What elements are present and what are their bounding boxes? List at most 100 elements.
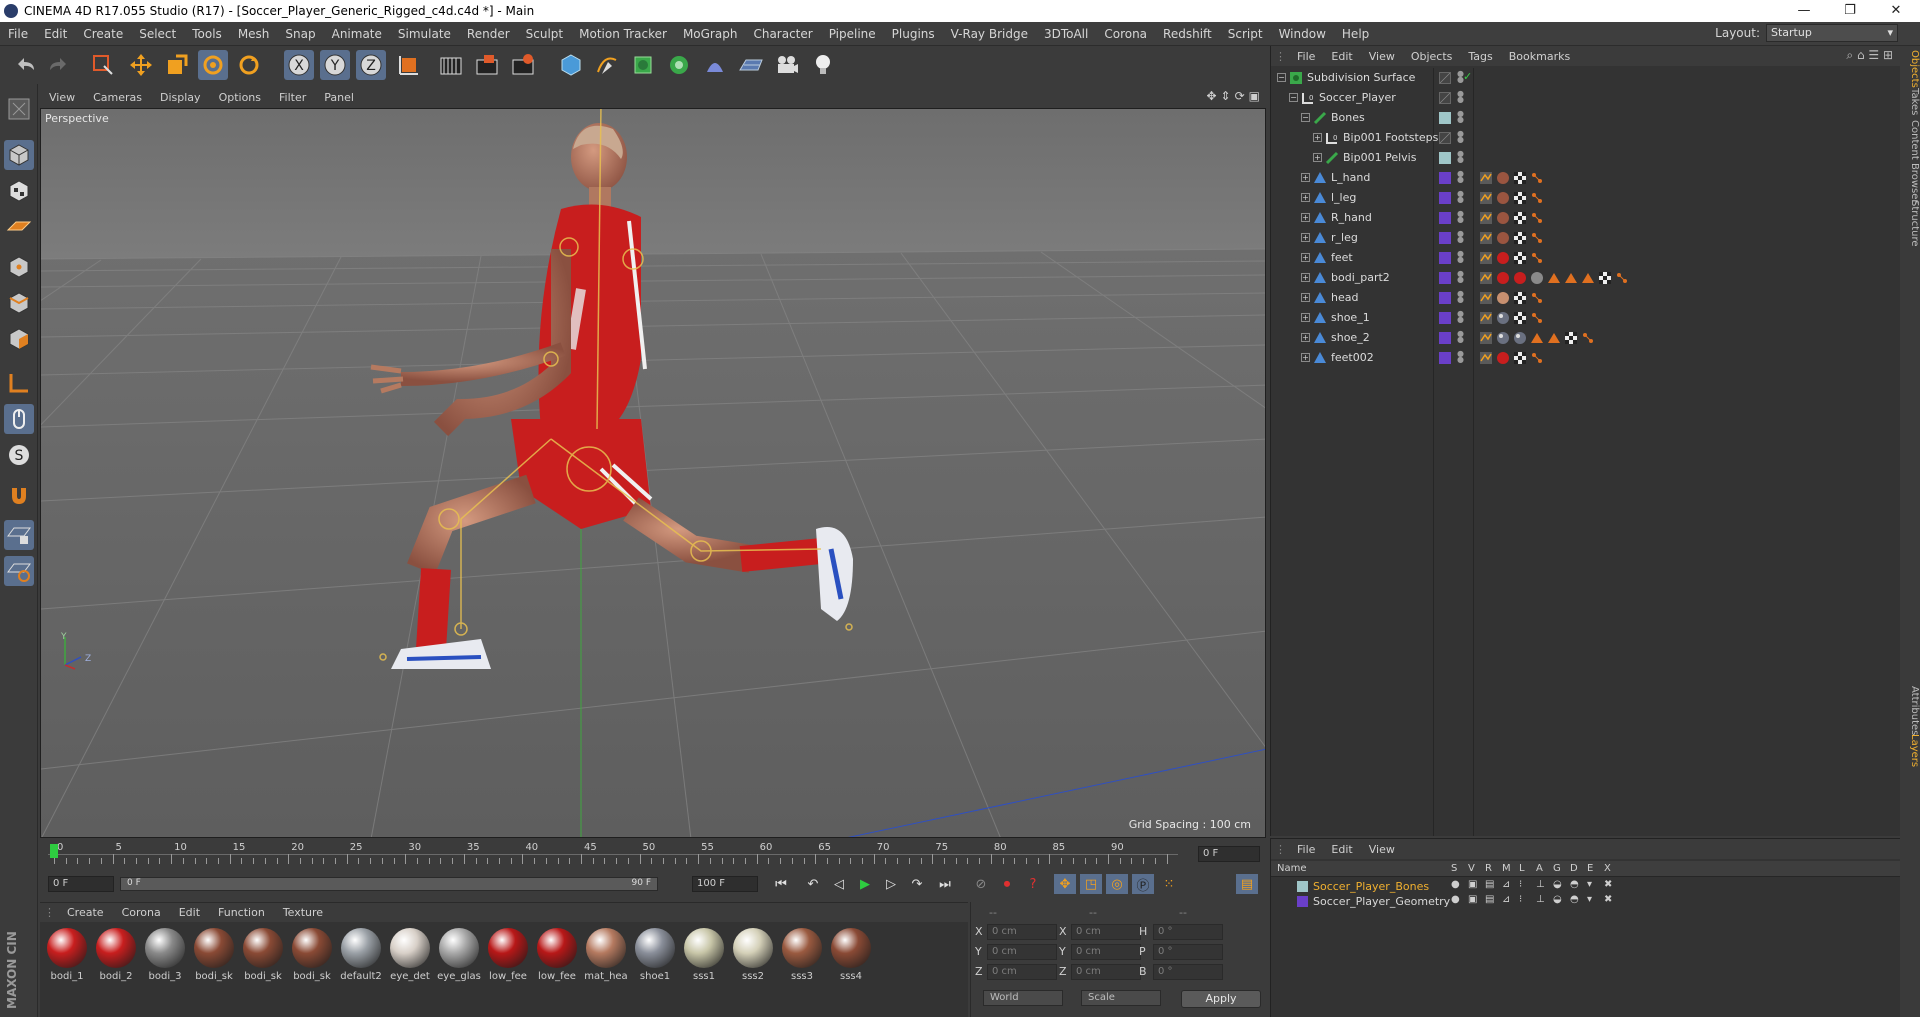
object-row[interactable]: + L_hand ● ● — [1271, 168, 1901, 188]
rotation-value-field[interactable]: 0 ° — [1153, 944, 1223, 960]
tag-joint-icon[interactable] — [1615, 271, 1629, 285]
object-menu-bookmarks[interactable]: Bookmarks — [1501, 50, 1578, 63]
layer-flag-icon[interactable]: ⊥ — [1536, 879, 1545, 890]
tag-check-icon[interactable] — [1513, 191, 1527, 205]
layer-header-a[interactable]: A — [1536, 863, 1543, 874]
recent-tool-icon[interactable] — [234, 50, 264, 80]
object-row[interactable]: + feet002 ● ● — [1271, 348, 1901, 368]
layer-flag-icon[interactable]: ▤ — [1485, 879, 1494, 890]
object-row[interactable]: + Bip001 Pelvis ● ● — [1271, 148, 1901, 168]
make-editable-icon[interactable] — [4, 94, 34, 124]
menu-mesh[interactable]: Mesh — [230, 27, 278, 41]
object-row[interactable]: − Bones ● ● — [1271, 108, 1901, 128]
previous-keyframe-icon[interactable]: ↶ — [802, 874, 824, 894]
layer-header-name[interactable]: Name — [1277, 863, 1307, 874]
frame-range-slider[interactable]: 0 F 90 F — [120, 877, 658, 891]
menu-window[interactable]: Window — [1271, 27, 1334, 41]
tag-check-icon[interactable] — [1513, 291, 1527, 305]
tag-check-icon[interactable] — [1513, 311, 1527, 325]
floor-icon[interactable] — [736, 50, 766, 80]
live-selection-icon[interactable] — [88, 50, 118, 80]
menu-tools[interactable]: Tools — [184, 27, 230, 41]
layer-color-swatch[interactable] — [1439, 212, 1451, 224]
expand-toggle-icon[interactable]: − — [1289, 93, 1298, 102]
material-swatch[interactable]: default2 — [338, 926, 384, 986]
viewport-menu-cameras[interactable]: Cameras — [84, 91, 151, 104]
expand-toggle-icon[interactable]: + — [1313, 133, 1322, 142]
tag-check-icon[interactable] — [1598, 271, 1612, 285]
edit-render-settings-icon[interactable] — [508, 50, 538, 80]
expand-toggle-icon[interactable]: + — [1301, 293, 1310, 302]
tag-shoe-icon[interactable] — [1496, 311, 1510, 325]
tag-tri-icon[interactable] — [1581, 271, 1595, 285]
cloner-icon[interactable] — [664, 50, 694, 80]
axis-mode-icon[interactable] — [4, 368, 34, 398]
layer-flag-icon[interactable]: ● — [1451, 894, 1460, 905]
tag-skin-icon[interactable] — [1496, 191, 1510, 205]
render-picture-viewer-icon[interactable] — [472, 50, 502, 80]
size-value-field[interactable]: 0 cm — [1071, 964, 1141, 980]
tag-check-icon[interactable] — [1513, 211, 1527, 225]
layer-header-r[interactable]: R — [1485, 863, 1492, 874]
material-swatch[interactable]: bodi_sk — [191, 926, 237, 986]
layer-flag-icon[interactable]: ⊿ — [1502, 879, 1510, 890]
tweak-mode-icon[interactable] — [4, 404, 34, 434]
menu-create[interactable]: Create — [75, 27, 131, 41]
move-view-icon[interactable]: ✥ — [1206, 89, 1216, 103]
tag-weight-icon[interactable] — [1479, 211, 1493, 225]
tag-shoe-icon[interactable] — [1513, 331, 1527, 345]
visibility-dots-icon[interactable]: ● ● — [1457, 270, 1464, 285]
material-swatch[interactable]: shoe1 — [632, 926, 678, 986]
layer-color-swatch[interactable] — [1439, 332, 1451, 344]
layer-flag-icon[interactable]: ⊥ — [1536, 894, 1545, 905]
layer-flag-icon[interactable]: ▤ — [1485, 894, 1494, 905]
minimize-button[interactable]: — — [1782, 0, 1826, 22]
tag-check-icon[interactable] — [1513, 251, 1527, 265]
tag-head-icon[interactable] — [1496, 291, 1510, 305]
menu-motion-tracker[interactable]: Motion Tracker — [571, 27, 675, 41]
current-frame-field[interactable]: 0 F — [1198, 846, 1260, 862]
record-keys-icon[interactable]: ⊘ — [970, 874, 992, 894]
visibility-dots-icon[interactable]: ● ● — [1457, 150, 1464, 165]
material-swatch[interactable]: bodi_3 — [142, 926, 188, 986]
tag-joint-icon[interactable] — [1581, 331, 1595, 345]
menu-pipeline[interactable]: Pipeline — [821, 27, 884, 41]
expand-toggle-icon[interactable]: + — [1301, 333, 1310, 342]
light-icon[interactable] — [808, 50, 838, 80]
polygons-mode-icon[interactable] — [4, 324, 34, 354]
autokeying-icon[interactable]: ⏺ — [996, 874, 1018, 894]
tag-joint-icon[interactable] — [1530, 211, 1544, 225]
point-level-key-icon[interactable]: ⁙ — [1158, 874, 1180, 894]
workplane-lock-icon[interactable] — [4, 520, 34, 550]
layer-flag-icon[interactable]: ✖ — [1604, 894, 1612, 905]
layer-color-swatch-empty[interactable] — [1439, 92, 1451, 104]
layer-header-v[interactable]: V — [1468, 863, 1475, 874]
object-row[interactable]: − Subdivision Surface ● ● ✓ — [1271, 68, 1901, 88]
menu-file[interactable]: File — [0, 27, 36, 41]
tag-skin-icon[interactable] — [1496, 231, 1510, 245]
expand-toggle-icon[interactable]: + — [1301, 253, 1310, 262]
side-tab-structure[interactable]: Structure — [1900, 196, 1920, 251]
z-axis-icon[interactable]: Z — [356, 50, 386, 80]
position-value-field[interactable]: 0 cm — [987, 944, 1057, 960]
tag-check-icon[interactable] — [1513, 351, 1527, 365]
enabled-check-icon[interactable]: ✓ — [1463, 70, 1472, 83]
layer-flag-icon[interactable]: ▣ — [1468, 894, 1477, 905]
layer-flag-icon[interactable]: ⁝ — [1519, 879, 1522, 890]
cube-icon[interactable] — [556, 50, 586, 80]
viewport-menu-filter[interactable]: Filter — [270, 91, 315, 104]
workplane-icon[interactable] — [4, 212, 34, 242]
expand-toggle-icon[interactable]: + — [1301, 173, 1310, 182]
tag-weight-icon[interactable] — [1479, 191, 1493, 205]
layer-flag-icon[interactable]: ◓ — [1570, 894, 1579, 905]
object-menu-tags[interactable]: Tags — [1460, 50, 1500, 63]
visibility-dots-icon[interactable]: ● ● — [1457, 290, 1464, 305]
layer-color-swatch[interactable] — [1439, 292, 1451, 304]
layer-menu-file[interactable]: File — [1289, 843, 1323, 856]
material-swatch[interactable]: bodi_2 — [93, 926, 139, 986]
layer-color-icon[interactable] — [1297, 881, 1308, 892]
menu-plugins[interactable]: Plugins — [884, 27, 943, 41]
timeline-playhead[interactable] — [50, 844, 58, 858]
layer-color-swatch-empty[interactable] — [1439, 72, 1451, 84]
tag-joint-icon[interactable] — [1530, 171, 1544, 185]
